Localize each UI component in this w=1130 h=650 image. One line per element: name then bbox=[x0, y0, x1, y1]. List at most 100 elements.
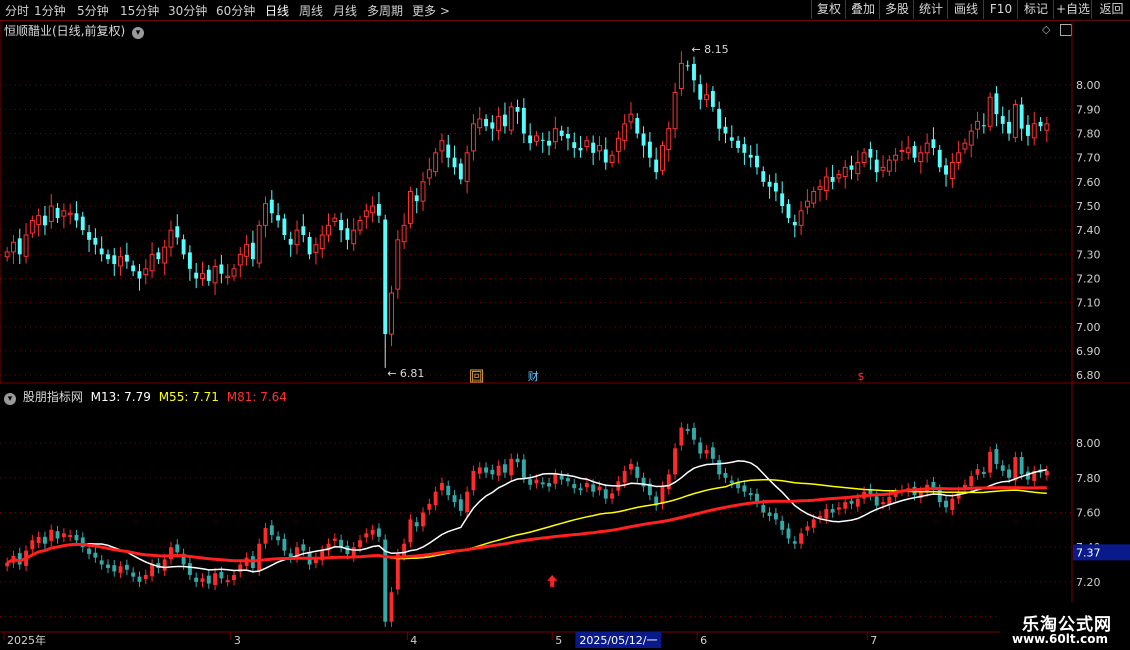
main-candle-bar bbox=[855, 162, 861, 175]
indicator-bar bbox=[673, 448, 678, 475]
main-candle-bar bbox=[464, 152, 470, 182]
main-candle-bar bbox=[956, 152, 962, 163]
main-candle-bar bbox=[395, 239, 401, 290]
main-candle-bar bbox=[351, 229, 357, 245]
more-periods-button[interactable]: 更多 > bbox=[412, 2, 450, 19]
indicator-bar bbox=[36, 536, 41, 544]
indicator-bar bbox=[855, 498, 860, 507]
main-candle-bar bbox=[924, 142, 930, 154]
period-tab-30min[interactable]: 30分钟 bbox=[168, 2, 207, 19]
main-candle-bar bbox=[994, 93, 999, 115]
multi-stock-button[interactable]: 多股 bbox=[879, 0, 914, 19]
main-candle-bar bbox=[156, 252, 161, 260]
indicator-bar bbox=[55, 531, 60, 539]
add-watchlist-button[interactable]: +自选 bbox=[1053, 0, 1092, 19]
indicator-bar bbox=[515, 458, 520, 463]
indicator-bar bbox=[584, 483, 589, 488]
indicator-bar bbox=[452, 495, 457, 503]
main-candle-bar bbox=[452, 157, 457, 168]
main-candle-bar bbox=[635, 118, 640, 134]
main-candle-bar bbox=[584, 140, 590, 148]
time-axis-label: 2025年 bbox=[7, 633, 46, 647]
indicator-bar bbox=[74, 535, 79, 541]
mark-button[interactable]: 标记 bbox=[1017, 0, 1054, 19]
main-candle-bar bbox=[67, 212, 73, 216]
indicator-bar bbox=[87, 548, 92, 555]
indicator-bar bbox=[43, 536, 47, 544]
period-tab-weekly[interactable]: 周线 bbox=[299, 2, 323, 19]
main-candle-bar bbox=[420, 181, 426, 202]
main-candle-bar bbox=[502, 114, 507, 127]
main-candle-bar bbox=[276, 215, 281, 221]
main-candle-bar bbox=[597, 145, 602, 152]
main-candle-bar bbox=[968, 130, 974, 146]
indicator-bar bbox=[692, 427, 696, 440]
indicator-bar bbox=[137, 576, 142, 582]
indicator-bar bbox=[603, 489, 608, 499]
indicator-bar bbox=[465, 491, 470, 513]
indicator-bar bbox=[458, 499, 463, 511]
main-candle-bar bbox=[313, 244, 319, 253]
indicator-bar bbox=[528, 479, 533, 485]
main-candle-bar bbox=[521, 107, 526, 134]
period-tab-60min[interactable]: 60分钟 bbox=[216, 2, 255, 19]
indicator-bar bbox=[792, 541, 797, 544]
main-candle-bar bbox=[212, 265, 218, 284]
main-candle-bar bbox=[615, 137, 621, 152]
period-tab-1min[interactable]: 1分钟 bbox=[34, 2, 66, 19]
indicator-bar bbox=[502, 464, 507, 473]
indicator-bar bbox=[622, 470, 627, 483]
statistics-button[interactable]: 统计 bbox=[913, 0, 948, 19]
main-candle-bar bbox=[654, 159, 659, 173]
price-tick-label: 7.20 bbox=[1076, 273, 1101, 286]
period-tab-daily[interactable]: 日线 bbox=[265, 2, 289, 19]
indicator-bar bbox=[597, 486, 602, 491]
indicator-bar bbox=[225, 580, 230, 583]
indicator-bar bbox=[717, 460, 722, 475]
indicator-bar bbox=[408, 519, 413, 543]
main-candle-bar bbox=[256, 224, 262, 264]
main-candle-bar bbox=[244, 244, 250, 257]
period-tab-multi[interactable]: 多周期 bbox=[367, 2, 403, 19]
indicator-bar bbox=[439, 483, 444, 491]
main-panel-frame bbox=[0, 20, 1073, 384]
main-candle-bar bbox=[363, 210, 369, 218]
fuquan-button[interactable]: 复权 bbox=[811, 0, 846, 19]
indicator-bar bbox=[761, 504, 766, 513]
period-tab-5min[interactable]: 5分钟 bbox=[77, 2, 109, 19]
indicator-bar bbox=[187, 563, 192, 575]
indicator-bar bbox=[969, 476, 974, 487]
overlay-button[interactable]: 叠加 bbox=[845, 0, 880, 19]
period-tab-15min[interactable]: 15分钟 bbox=[120, 2, 159, 19]
back-button[interactable]: 返回 bbox=[1091, 0, 1130, 19]
main-candle-bar bbox=[591, 142, 596, 153]
main-candle-bar bbox=[48, 205, 54, 222]
main-candle-bar bbox=[80, 216, 85, 231]
main-candle-bar bbox=[181, 239, 186, 255]
main-candle-bar bbox=[780, 193, 785, 206]
main-candle-bar bbox=[533, 135, 539, 142]
f10-button[interactable]: F10 bbox=[983, 0, 1018, 19]
period-tab-monthly[interactable]: 月线 bbox=[333, 2, 357, 19]
indicator-bar bbox=[118, 566, 123, 573]
main-candle-bar bbox=[710, 90, 715, 107]
kline-chart[interactable]: 8.00 7.90 7.80 7.70 7.60 7.50 7.40 7.30 7.20 7.10… bbox=[0, 20, 1130, 650]
main-candle-bar bbox=[893, 154, 899, 161]
main-candle-bar bbox=[811, 191, 817, 204]
main-candle-bar bbox=[981, 125, 986, 127]
draw-line-button[interactable]: 画线 bbox=[947, 0, 984, 19]
main-candle-bar bbox=[339, 220, 344, 231]
indicator-bar bbox=[143, 574, 148, 580]
main-candle-bar bbox=[773, 182, 778, 192]
main-candle-bar bbox=[112, 255, 117, 264]
main-candle-bar bbox=[817, 186, 823, 191]
main-candle-bar bbox=[975, 120, 980, 130]
main-candle-bar bbox=[484, 119, 488, 127]
indicator-tick-label: 7.20 bbox=[1076, 576, 1101, 589]
main-candle-bar bbox=[4, 251, 10, 258]
main-candle-bar bbox=[729, 137, 734, 141]
period-tab-fenshi[interactable]: 分时 bbox=[5, 2, 29, 19]
high-price-label: ← 8.15 bbox=[691, 43, 728, 56]
indicator-bar bbox=[68, 535, 73, 538]
main-candle-bar bbox=[1044, 123, 1050, 131]
